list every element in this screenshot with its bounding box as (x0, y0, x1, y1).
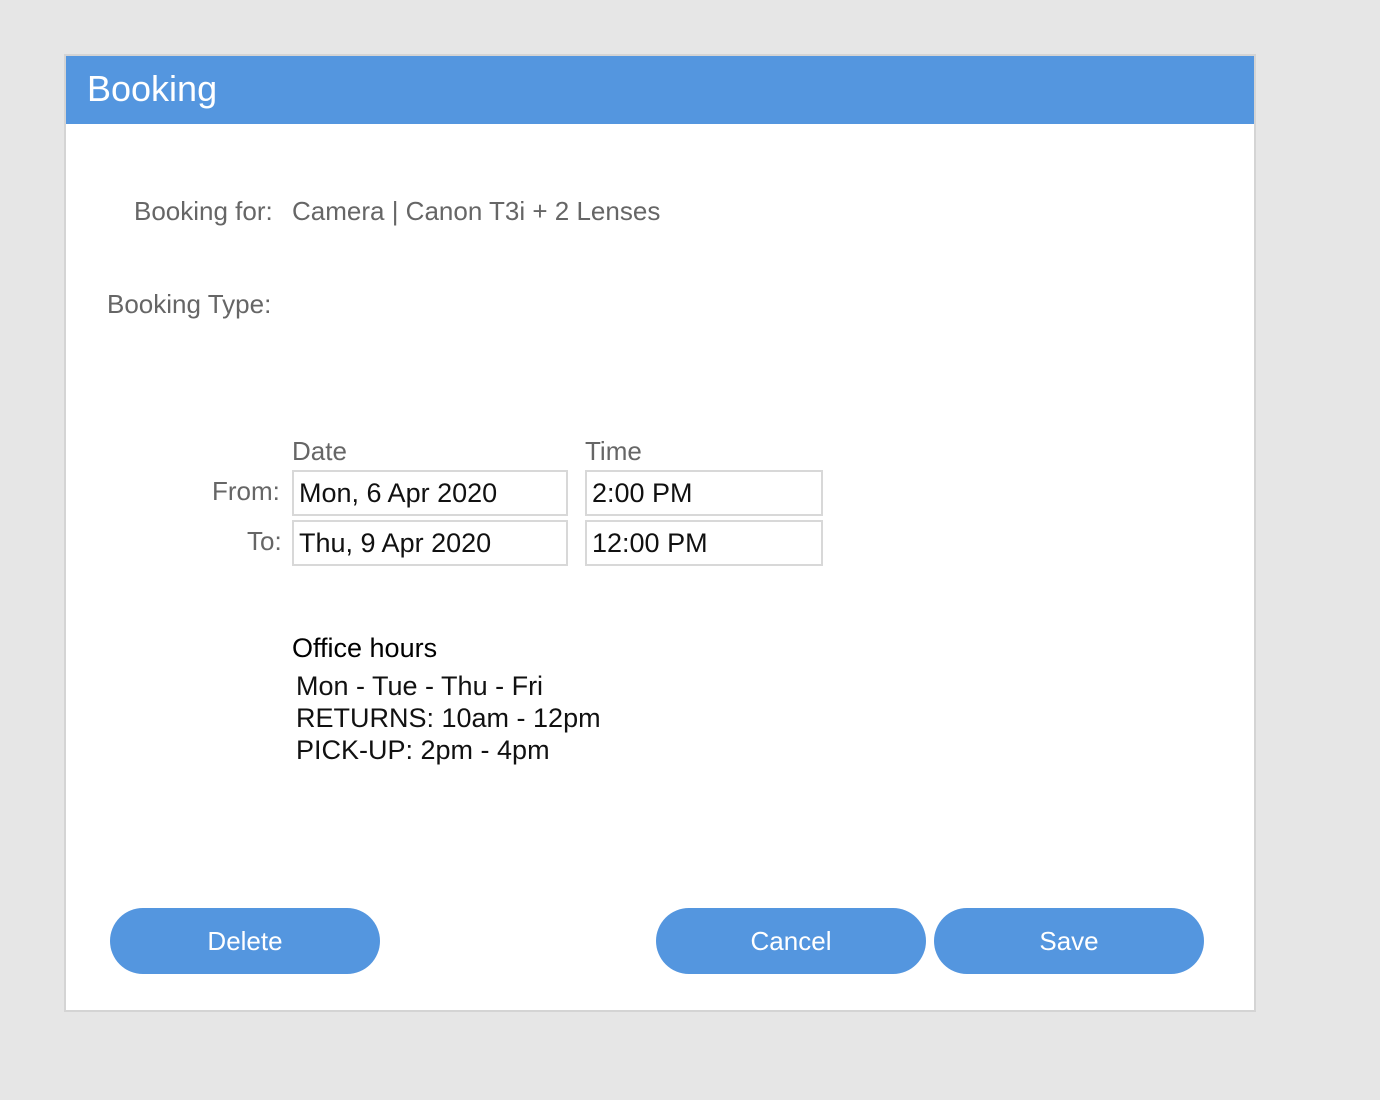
booking-for-value: Camera | Canon T3i + 2 Lenses (292, 196, 661, 226)
date-column-header: Date (292, 436, 347, 466)
office-hours-returns: RETURNS: 10am - 12pm (296, 703, 601, 733)
from-time-field[interactable]: 2:00 PM (585, 470, 823, 516)
dialog-header: Booking (66, 56, 1254, 124)
time-column-header: Time (585, 436, 642, 466)
to-label: To: (247, 526, 282, 556)
save-button[interactable]: Save (934, 908, 1204, 974)
office-hours-days: Mon - Tue - Thu - Fri (296, 671, 544, 701)
booking-type-label: Booking Type: (107, 289, 272, 319)
delete-button[interactable]: Delete (110, 908, 380, 974)
office-hours-pickup: PICK-UP: 2pm - 4pm (296, 735, 550, 765)
cancel-button[interactable]: Cancel (656, 908, 926, 974)
booking-dialog: Booking Booking for: Camera | Canon T3i … (64, 54, 1256, 1012)
dialog-title: Booking (87, 68, 218, 109)
to-time-field[interactable]: 12:00 PM (585, 520, 823, 566)
to-date-field[interactable]: Thu, 9 Apr 2020 (292, 520, 568, 566)
booking-for-label: Booking for: (134, 196, 273, 226)
from-date-field[interactable]: Mon, 6 Apr 2020 (292, 470, 568, 516)
from-label: From: (212, 476, 280, 506)
office-hours-title: Office hours (292, 633, 438, 663)
